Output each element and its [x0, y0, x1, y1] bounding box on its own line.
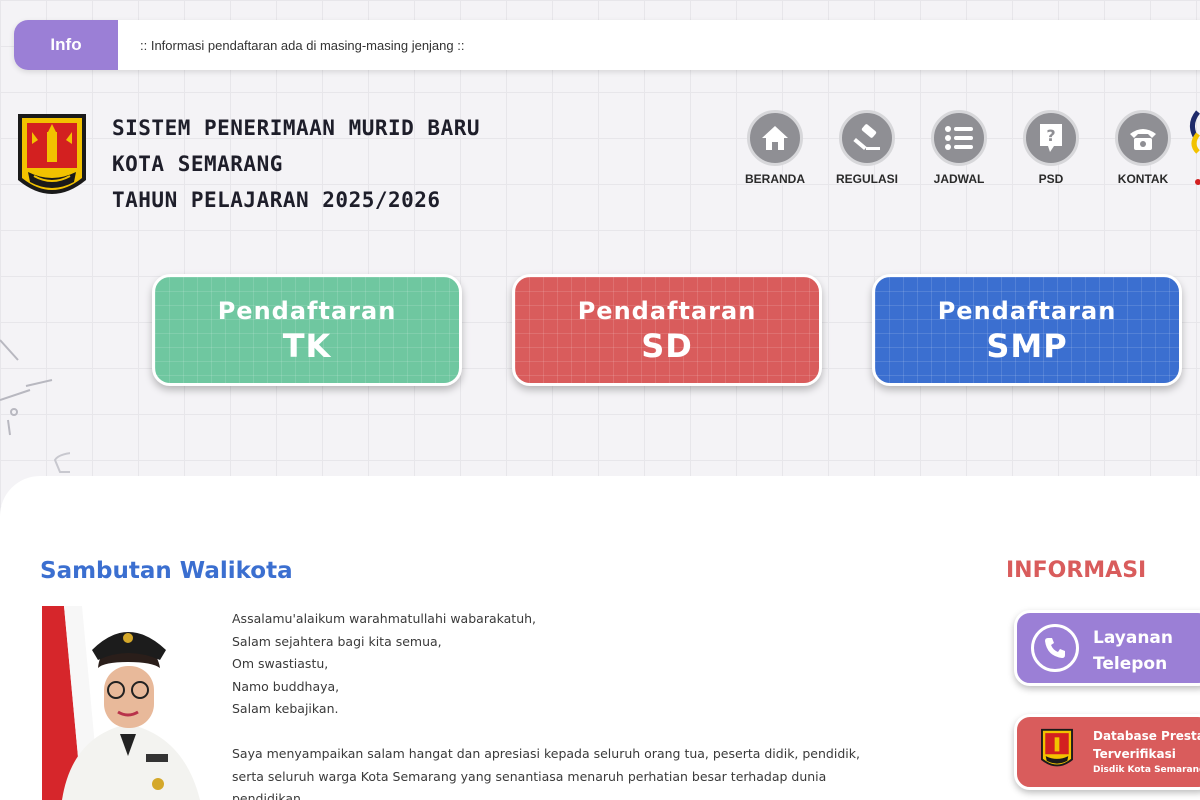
nav-item-kontak[interactable]: KONTAK	[1098, 110, 1188, 186]
register-sd-line1: Pendaftaran	[577, 297, 757, 325]
doodle-decoration	[0, 339, 70, 473]
svg-text:?: ?	[1046, 126, 1055, 145]
nav-label: REGULASI	[835, 172, 898, 186]
phone-icon	[1115, 110, 1171, 166]
greeting-line: Namo buddhaya,	[232, 678, 340, 694]
db-line1: Database Presta	[1093, 729, 1200, 743]
nav-item-partial[interactable]	[1188, 104, 1200, 194]
site-title-line-2: KOTA SEMARANG	[112, 152, 283, 176]
main-nav: BERANDA REGULASI JADWAL ? PSD KONTAK	[730, 110, 1190, 186]
nav-label: PSD	[1038, 172, 1064, 186]
partial-icon	[1190, 110, 1200, 185]
database-prestasi-text: Database Presta Terverifikasi Disdik Kot…	[1093, 727, 1200, 775]
sambutan-paragraph: Saya menyampaikan salam hangat dan apres…	[232, 745, 860, 800]
register-smp-line2: SMP	[986, 327, 1068, 365]
layanan-telepon-label: Layanan Telepon	[1093, 625, 1173, 677]
info-marquee-text: :: Informasi pendaftaran ada di masing-m…	[140, 37, 465, 53]
nav-item-beranda[interactable]: BERANDA	[730, 110, 820, 186]
home-icon	[747, 110, 803, 166]
phone-icon	[1031, 624, 1079, 672]
nav-label: BERANDA	[745, 172, 805, 186]
nav-label: KONTAK	[1117, 172, 1169, 186]
greeting-line: Assalamu'alaikum warahmatullahi wabaraka…	[232, 611, 537, 626]
informasi-title: INFORMASI	[1006, 558, 1147, 583]
nav-item-regulasi[interactable]: REGULASI	[822, 110, 912, 186]
greeting-line: Salam sejahtera bagi kita semua,	[232, 633, 442, 649]
site-title-line-1: SISTEM PENERIMAAN MURID BARU	[112, 116, 481, 140]
nav-item-jadwal[interactable]: JADWAL	[914, 110, 1004, 186]
info-bar: Info :: Informasi pendaftaran ada di mas…	[14, 20, 1200, 70]
info-badge: Info	[14, 20, 118, 70]
db-line2: Terverifikasi	[1093, 747, 1176, 761]
sambutan-text: Assalamu'alaikum warahmatullahi wabaraka…	[232, 608, 882, 800]
nav-item-psd[interactable]: ? PSD	[1006, 110, 1096, 186]
grid-background	[0, 0, 1200, 520]
register-tk-button[interactable]: Pendaftaran TK	[152, 274, 462, 386]
list-icon	[931, 110, 987, 166]
db-line3: Disdik Kota Semarang	[1093, 765, 1200, 775]
register-smp-button[interactable]: Pendaftaran SMP	[872, 274, 1182, 386]
nav-label: JADWAL	[933, 172, 985, 186]
question-icon: ?	[1023, 110, 1079, 166]
kota-semarang-logo-small	[1041, 728, 1073, 767]
call-line2: Telepon	[1093, 654, 1168, 674]
kota-semarang-logo[interactable]	[14, 110, 90, 208]
register-sd-line2: SD	[641, 327, 693, 365]
gavel-icon	[839, 110, 895, 166]
register-tk-line2: TK	[282, 327, 332, 365]
site-title: SISTEM PENERIMAAN MURID BARU KOTA SEMARA…	[112, 110, 480, 218]
call-line1: Layanan	[1093, 628, 1174, 648]
greeting-line: Salam kebajikan.	[232, 701, 339, 717]
register-smp-line1: Pendaftaran	[937, 297, 1117, 325]
register-sd-button[interactable]: Pendaftaran SD	[512, 274, 822, 386]
greeting-line: Om swastiastu,	[232, 656, 329, 672]
register-tk-line1: Pendaftaran	[217, 297, 397, 325]
walikota-photo	[42, 606, 216, 800]
layanan-telepon-button[interactable]: Layanan Telepon	[1014, 610, 1200, 686]
site-title-line-3: TAHUN PELAJARAN 2025/2026	[112, 188, 441, 212]
database-prestasi-button[interactable]: Database Presta Terverifikasi Disdik Kot…	[1014, 714, 1200, 790]
sambutan-title: Sambutan Walikota	[40, 558, 293, 584]
